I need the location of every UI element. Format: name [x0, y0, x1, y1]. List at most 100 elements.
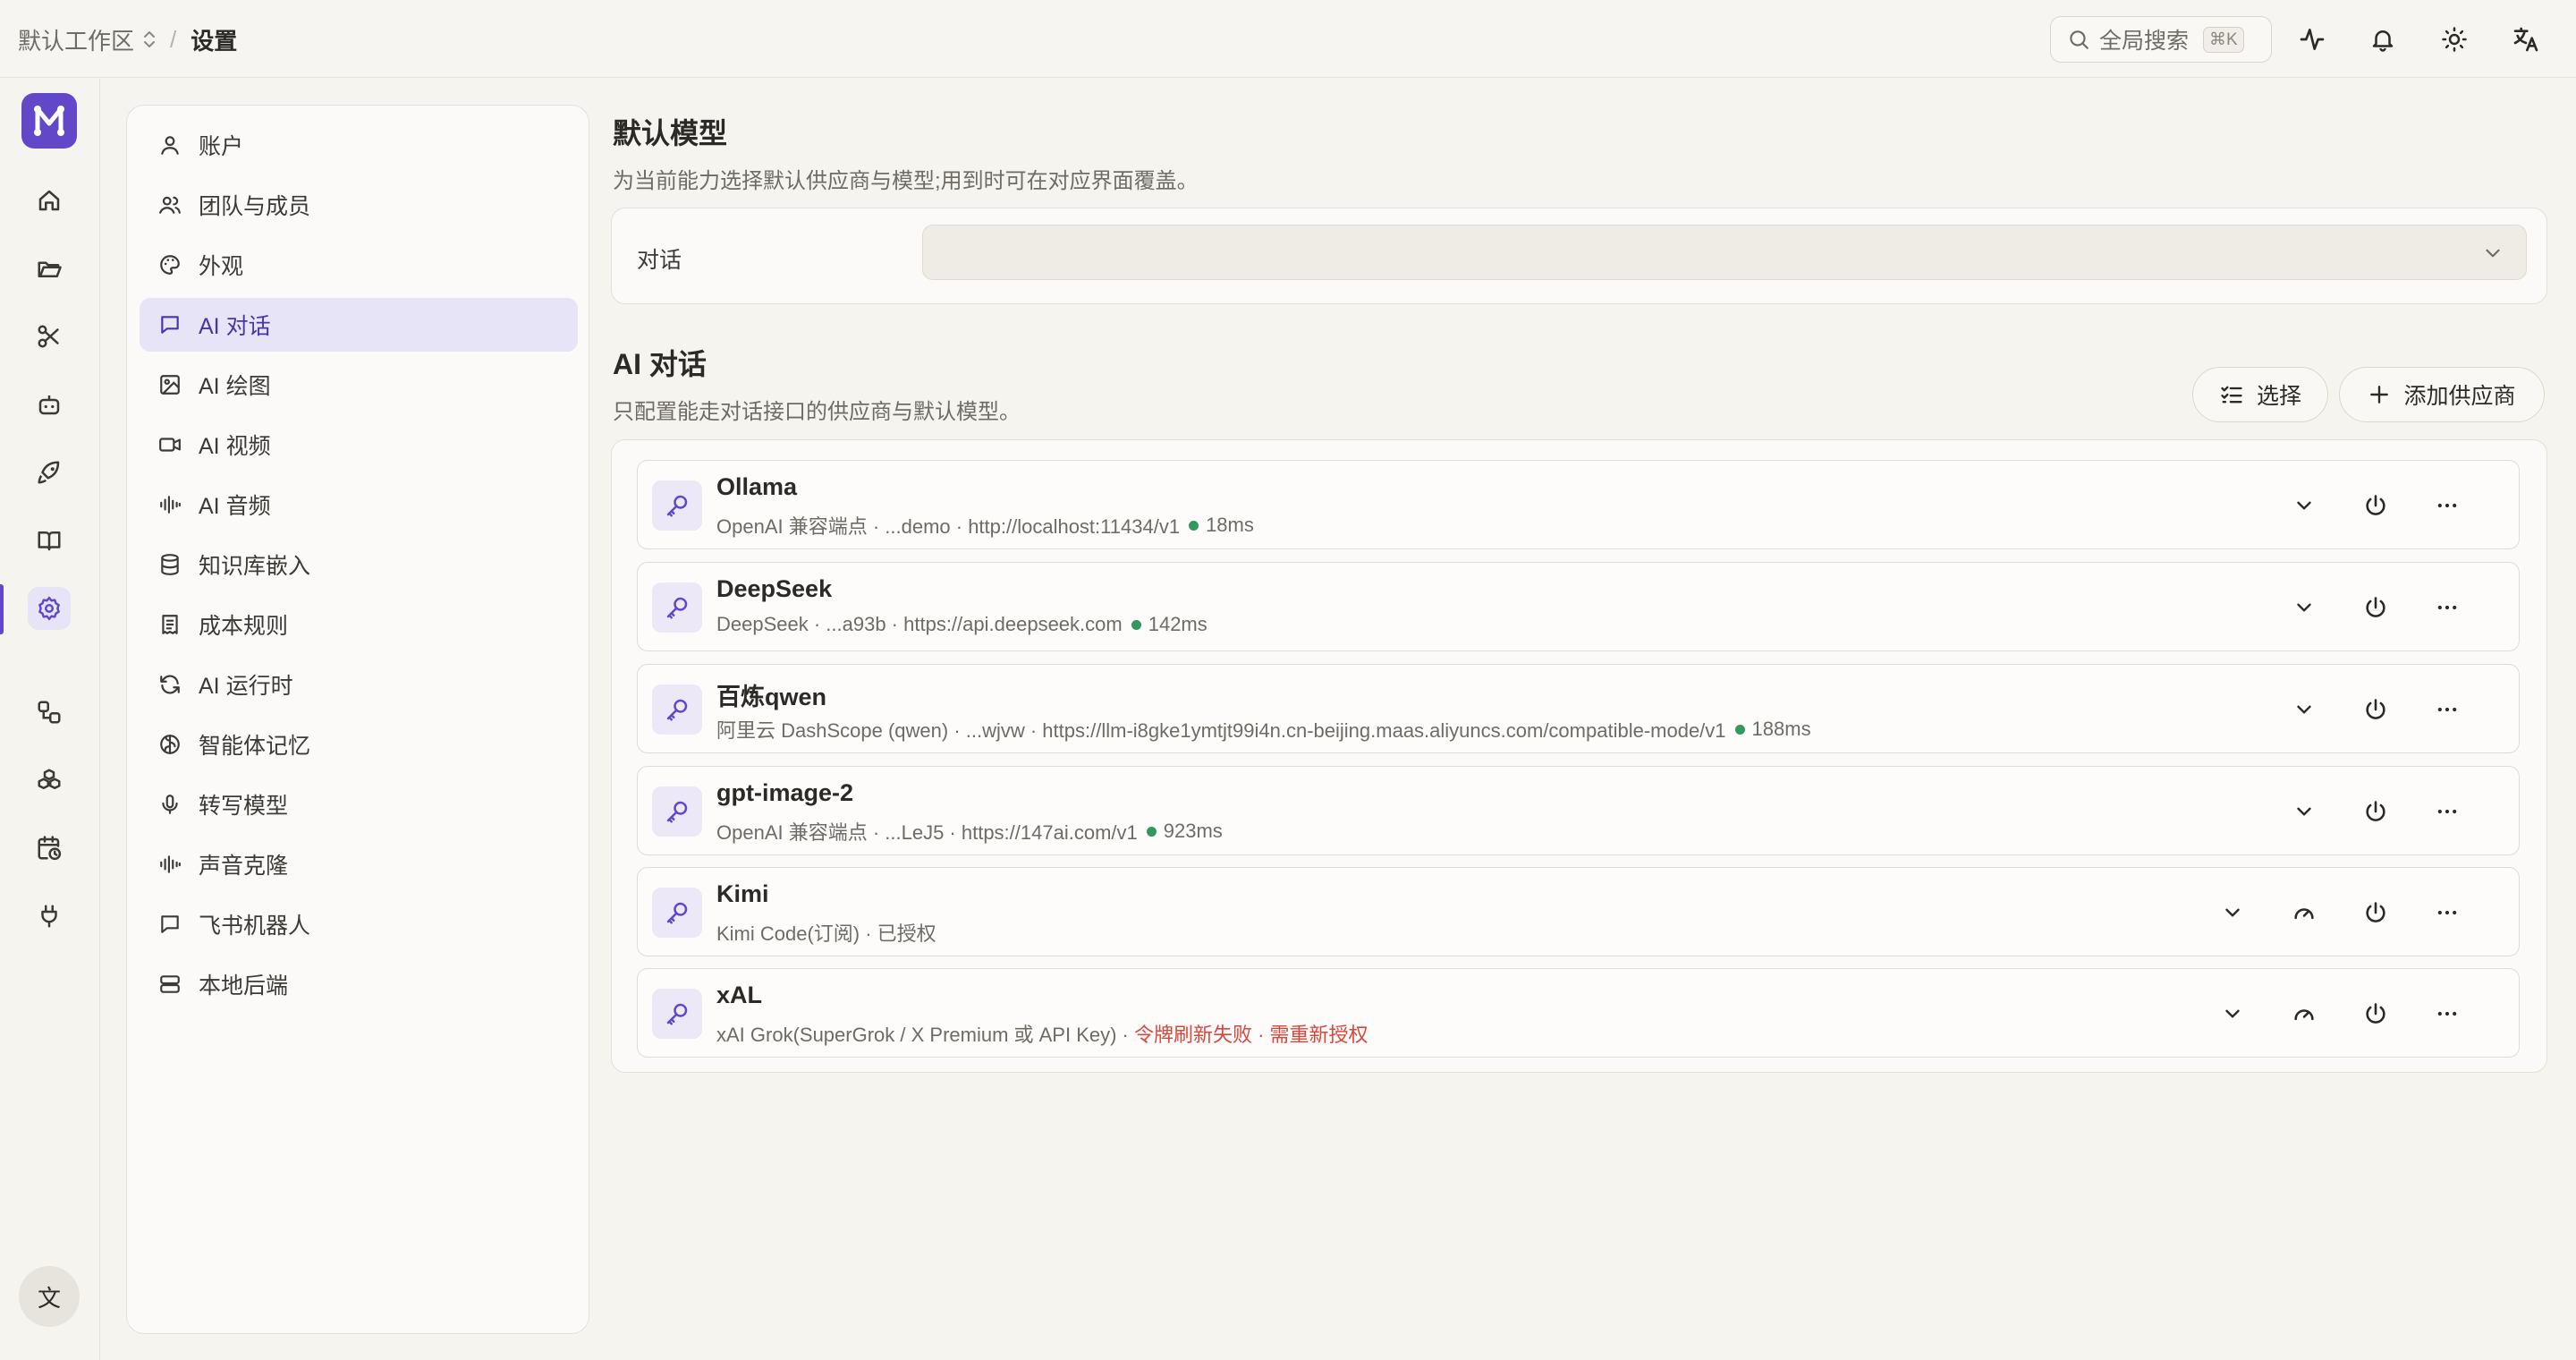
- brain-icon: [157, 732, 182, 757]
- search-icon: [2067, 28, 2090, 51]
- key-icon: [652, 786, 702, 837]
- power-icon[interactable]: [2358, 692, 2394, 727]
- provider-name: xAL: [716, 982, 763, 1008]
- provider-details: 阿里云 DashScope (qwen) · ...wjvw · https:/…: [716, 719, 1726, 742]
- sun-icon[interactable]: [2436, 21, 2472, 57]
- nav-item-ai-runtime[interactable]: AI 运行时: [140, 658, 578, 711]
- provider-details: Kimi Code(订阅) · 已授权: [716, 922, 936, 945]
- calendar-clock-icon[interactable]: [28, 827, 71, 870]
- power-icon[interactable]: [2358, 488, 2394, 523]
- nav-item-label: 外观: [199, 254, 244, 279]
- chat-model-select[interactable]: [922, 225, 2527, 280]
- nav-item-label: 智能体记忆: [199, 734, 311, 759]
- breadcrumb-current: 设置: [191, 27, 238, 55]
- provider-details: xAI Grok(SuperGrok / X Premium 或 API Key…: [716, 1024, 1134, 1046]
- provider-row[interactable]: 百炼qwen 阿里云 DashScope (qwen) · ...wjvw · …: [637, 664, 2520, 753]
- top-bar: 默认工作区 / 设置 全局搜索 ⌘K: [0, 0, 2576, 78]
- translate-icon[interactable]: [2508, 21, 2544, 57]
- chevron-updown-icon[interactable]: [141, 30, 157, 49]
- chevron-down-icon[interactable]: [2215, 996, 2250, 1032]
- provider-details: DeepSeek · ...a93b · https://api.deepsee…: [716, 613, 1123, 635]
- nav-item-transcription[interactable]: 转写模型: [140, 778, 578, 831]
- power-icon[interactable]: [2358, 590, 2394, 625]
- status-dot: [1146, 826, 1157, 837]
- bell-icon[interactable]: [2365, 21, 2401, 57]
- nav-item-agent-memory[interactable]: 智能体记忆: [140, 718, 578, 771]
- nav-item-account[interactable]: 账户: [140, 118, 578, 172]
- activity-icon[interactable]: [2294, 21, 2330, 57]
- ai-chat-subtitle: 只配置能走对话接口的供应商与默认模型。: [613, 400, 1021, 424]
- nav-item-kb-embedding[interactable]: 知识库嵌入: [140, 538, 578, 591]
- chat-icon: [157, 912, 182, 937]
- provider-meta: OpenAI 兼容端点 · ...LeJ5 · https://147ai.co…: [716, 817, 1223, 846]
- settings-gear-icon[interactable]: [28, 587, 71, 630]
- nav-item-appearance[interactable]: 外观: [140, 238, 578, 292]
- video-icon: [157, 432, 182, 457]
- nav-item-label: 知识库嵌入: [199, 554, 311, 579]
- language-avatar-button[interactable]: 文: [19, 1266, 80, 1327]
- nav-item-label: AI 绘图: [199, 374, 271, 399]
- add-provider-button[interactable]: 添加供应商: [2339, 367, 2545, 422]
- provider-name: DeepSeek: [716, 575, 833, 602]
- workflow-icon[interactable]: [28, 691, 71, 734]
- provider-name: Ollama: [716, 473, 798, 500]
- more-icon[interactable]: [2429, 590, 2465, 625]
- more-icon[interactable]: [2429, 692, 2465, 727]
- provider-name: 百炼qwen: [716, 684, 827, 710]
- gauge-icon[interactable]: [2286, 895, 2322, 931]
- nav-item-local-backend[interactable]: 本地后端: [140, 957, 578, 1011]
- gauge-icon[interactable]: [2286, 996, 2322, 1032]
- power-icon[interactable]: [2358, 895, 2394, 931]
- users-icon: [157, 192, 182, 217]
- chevron-down-icon[interactable]: [2215, 895, 2250, 931]
- nav-item-feishu-bot[interactable]: 飞书机器人: [140, 897, 578, 951]
- search-label: 全局搜索: [2099, 29, 2190, 54]
- provider-row[interactable]: DeepSeek DeepSeek · ...a93b · https://ap…: [637, 562, 2520, 651]
- more-icon[interactable]: [2429, 895, 2465, 931]
- nav-item-ai-video[interactable]: AI 视频: [140, 418, 578, 472]
- nav-item-ai-chat[interactable]: AI 对话: [140, 298, 578, 352]
- provider-error-status: 令牌刷新失败 · 需重新授权: [1134, 1024, 1368, 1046]
- status-dot: [1734, 724, 1745, 735]
- chevron-down-icon[interactable]: [2286, 794, 2322, 829]
- chevron-down-icon[interactable]: [2286, 488, 2322, 523]
- provider-row[interactable]: gpt-image-2 OpenAI 兼容端点 · ...LeJ5 · http…: [637, 766, 2520, 855]
- provider-row[interactable]: Ollama OpenAI 兼容端点 · ...demo · http://lo…: [637, 460, 2520, 549]
- provider-row[interactable]: xAL xAI Grok(SuperGrok / X Premium 或 API…: [637, 968, 2520, 1058]
- provider-name: Kimi: [716, 880, 769, 907]
- bot-icon[interactable]: [28, 383, 71, 426]
- nav-item-ai-image[interactable]: AI 绘图: [140, 358, 578, 412]
- chevron-down-icon[interactable]: [2286, 692, 2322, 727]
- chevron-down-icon[interactable]: [2286, 590, 2322, 625]
- power-icon[interactable]: [2358, 794, 2394, 829]
- provider-row[interactable]: Kimi Kimi Code(订阅) · 已授权: [637, 867, 2520, 956]
- more-icon[interactable]: [2429, 996, 2465, 1032]
- nav-item-cost-rules[interactable]: 成本规则: [140, 598, 578, 651]
- select-button[interactable]: 选择: [2192, 367, 2328, 422]
- more-icon[interactable]: [2429, 794, 2465, 829]
- palette-icon: [157, 252, 182, 277]
- mic-icon: [157, 792, 182, 817]
- chevron-down-icon: [2481, 242, 2504, 265]
- audio-wave-icon: [157, 492, 182, 517]
- boxes-icon[interactable]: [28, 759, 71, 802]
- provider-meta: Kimi Code(订阅) · 已授权: [716, 918, 936, 947]
- ai-chat-title: AI 对话: [613, 348, 707, 380]
- plug-icon[interactable]: [28, 895, 71, 938]
- scissors-icon[interactable]: [28, 315, 71, 358]
- more-icon[interactable]: [2429, 488, 2465, 523]
- workspace-switcher[interactable]: 默认工作区: [18, 23, 134, 56]
- key-icon: [652, 684, 702, 735]
- global-search-button[interactable]: 全局搜索 ⌘K: [2050, 16, 2272, 63]
- nav-item-ai-audio[interactable]: AI 音频: [140, 478, 578, 531]
- provider-list: Ollama OpenAI 兼容端点 · ...demo · http://lo…: [611, 439, 2547, 1073]
- rocket-icon[interactable]: [28, 451, 71, 494]
- nav-item-voice-clone[interactable]: 声音克隆: [140, 837, 578, 891]
- folder-open-icon[interactable]: [28, 247, 71, 290]
- chat-model-label: 对话: [637, 248, 682, 273]
- app-logo[interactable]: [21, 93, 77, 149]
- home-icon[interactable]: [28, 179, 71, 222]
- book-open-icon[interactable]: [28, 519, 71, 562]
- power-icon[interactable]: [2358, 996, 2394, 1032]
- nav-item-team[interactable]: 团队与成员: [140, 178, 578, 232]
